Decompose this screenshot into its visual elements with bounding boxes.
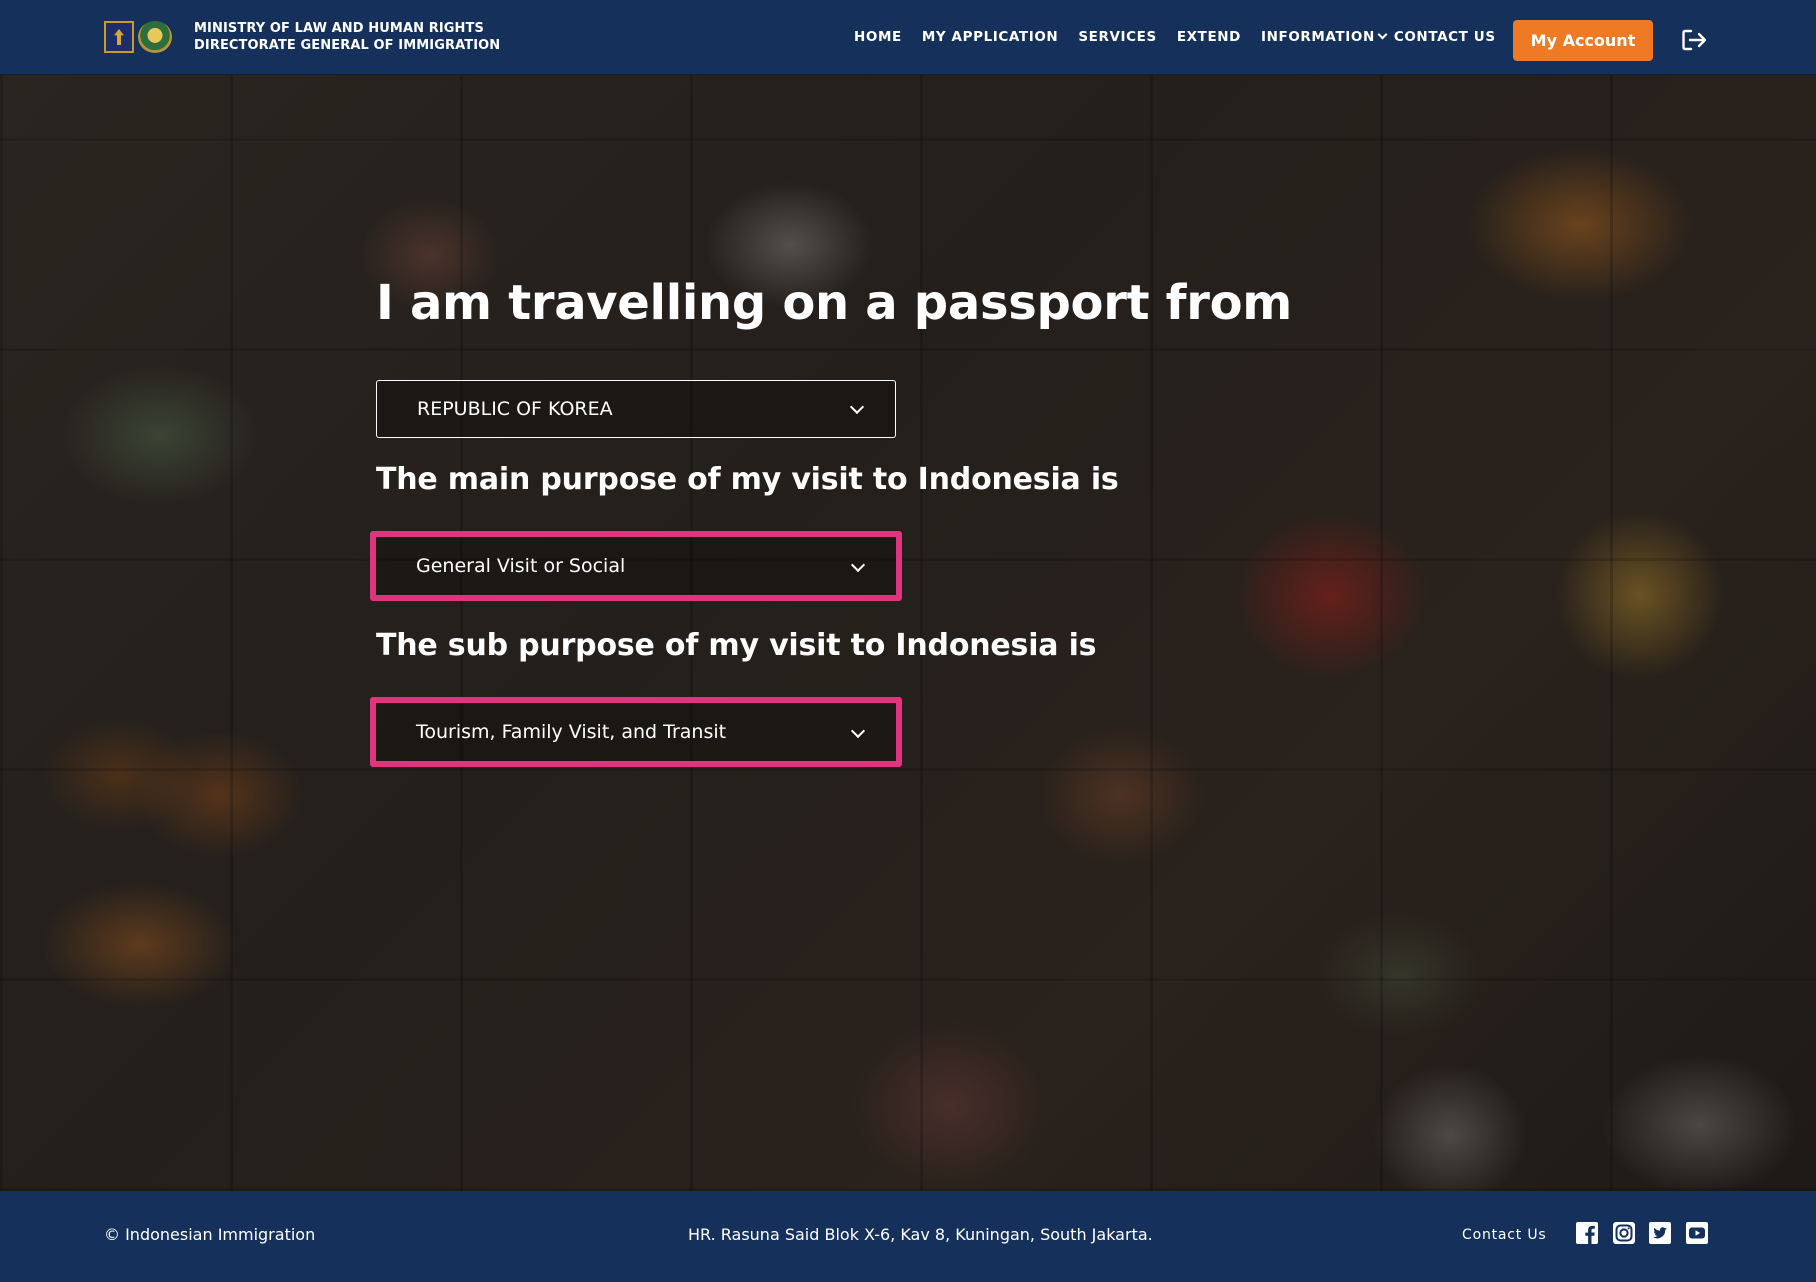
sub-purpose-value: Tourism, Family Visit, and Transit xyxy=(416,721,727,743)
nav-services[interactable]: SERVICES xyxy=(1078,29,1156,45)
top-header: MINISTRY OF LAW AND HUMAN RIGHTS DIRECTO… xyxy=(0,0,1816,75)
hero-section: I am travelling on a passport from REPUB… xyxy=(0,75,1816,1191)
footer-contact-link[interactable]: Contact Us xyxy=(1462,1227,1546,1243)
footer-copyright: © Indonesian Immigration xyxy=(104,1225,316,1244)
my-account-button[interactable]: My Account xyxy=(1513,20,1653,61)
facebook-icon[interactable] xyxy=(1575,1221,1599,1245)
passport-country-value: REPUBLIC OF KOREA xyxy=(417,398,613,420)
page-footer: © Indonesian Immigration HR. Rasuna Said… xyxy=(0,1191,1816,1282)
main-purpose-select[interactable]: General Visit or Social xyxy=(370,531,902,601)
nav-my-application[interactable]: MY APPLICATION xyxy=(922,29,1059,45)
main-purpose-label: The main purpose of my visit to Indonesi… xyxy=(376,462,1119,497)
brand[interactable]: MINISTRY OF LAW AND HUMAN RIGHTS DIRECTO… xyxy=(104,20,500,54)
chevron-down-icon xyxy=(850,723,866,739)
chevron-down-icon xyxy=(850,557,866,573)
immigration-emblem-icon xyxy=(138,21,172,53)
ministry-logo-icon xyxy=(104,21,134,53)
youtube-icon[interactable] xyxy=(1685,1221,1709,1245)
chevron-down-icon xyxy=(849,399,865,415)
chevron-down-icon xyxy=(1377,29,1388,40)
main-purpose-value: General Visit or Social xyxy=(416,555,626,577)
footer-address: HR. Rasuna Said Blok X-6, Kav 8, Kuninga… xyxy=(688,1225,1153,1244)
passport-country-select[interactable]: REPUBLIC OF KOREA xyxy=(376,380,896,438)
nav-information[interactable]: INFORMATION xyxy=(1260,29,1388,45)
brand-line-directorate: DIRECTORATE GENERAL OF IMMIGRATION xyxy=(194,38,501,53)
nav-home[interactable]: HOME xyxy=(854,29,902,45)
main-nav: HOME MY APPLICATION SERVICES EXTEND INFO… xyxy=(854,29,1496,45)
brand-line-ministry: MINISTRY OF LAW AND HUMAN RIGHTS xyxy=(194,21,484,36)
sub-purpose-label: The sub purpose of my visit to Indonesia… xyxy=(376,628,1097,663)
sub-purpose-select[interactable]: Tourism, Family Visit, and Transit xyxy=(370,697,902,767)
nav-contact-us[interactable]: CONTACT US xyxy=(1394,29,1496,45)
brand-text: MINISTRY OF LAW AND HUMAN RIGHTS DIRECTO… xyxy=(194,20,500,54)
instagram-icon[interactable] xyxy=(1612,1221,1636,1245)
passport-question-title: I am travelling on a passport from xyxy=(376,275,1293,331)
twitter-icon[interactable] xyxy=(1648,1221,1672,1245)
logout-icon[interactable] xyxy=(1681,28,1707,52)
nav-extend[interactable]: EXTEND xyxy=(1177,29,1241,45)
nav-information-label: INFORMATION xyxy=(1260,29,1375,45)
